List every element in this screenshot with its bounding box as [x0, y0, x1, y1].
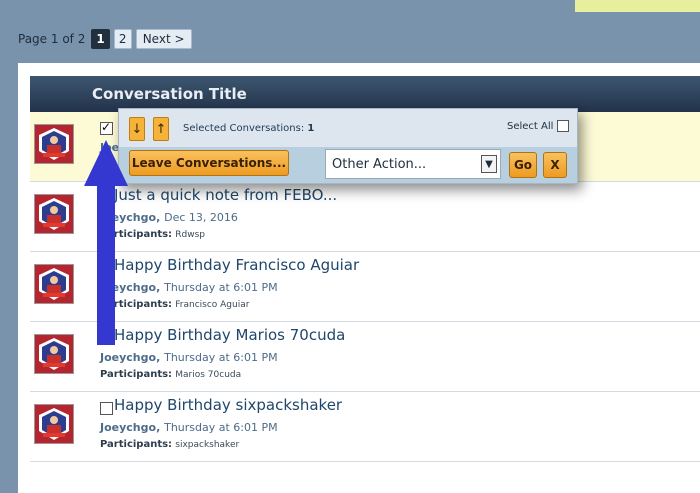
conversation-row[interactable]: Happy Birthday sixpackshaker Joeychgo, T…: [30, 392, 700, 462]
row-date: Thursday at 6:01 PM: [164, 281, 278, 294]
row-date: Thursday at 6:01 PM: [164, 421, 278, 434]
participants-names[interactable]: Marios 70cuda: [175, 370, 241, 380]
row-participants: Participants: Marios 70cuda: [100, 369, 241, 380]
other-action-select[interactable]: Other Action... ▼: [325, 149, 501, 179]
move-up-button[interactable]: ↑: [153, 117, 169, 141]
select-all[interactable]: Select All: [507, 120, 570, 132]
row-meta: Joeychgo, Thursday at 6:01 PM: [100, 351, 278, 364]
annotation-arrow-icon: [84, 140, 128, 345]
pagination: Page 1 of 2 1 2 Next >: [18, 28, 192, 50]
page-2-button[interactable]: 2: [113, 29, 132, 49]
conversation-row[interactable]: Happy Birthday Marios 70cuda Joeychgo, T…: [30, 322, 700, 392]
avatar-image: [35, 335, 73, 373]
row-meta: Joeychgo, Thursday at 6:01 PM: [100, 421, 278, 434]
leave-conversations-button[interactable]: Leave Conversations...: [129, 150, 289, 176]
participants-label: Participants:: [100, 369, 173, 380]
header-label: Conversation Title: [92, 85, 247, 103]
participants-names[interactable]: Francisco Aguiar: [175, 300, 249, 310]
participants-names[interactable]: Rdwsp: [175, 230, 205, 240]
next-page-button[interactable]: Next >: [135, 29, 192, 49]
row-author[interactable]: Joeychgo: [100, 421, 156, 434]
chevron-down-icon[interactable]: ▼: [481, 155, 497, 173]
close-popup-button[interactable]: X: [543, 152, 567, 178]
avatar-image: [35, 265, 73, 303]
other-action-value: Other Action...: [332, 156, 427, 172]
top-banner-strip: [575, 0, 700, 12]
conversation-title-link[interactable]: Just a quick note from FEBO...: [114, 186, 337, 204]
selected-conversations-count: Selected Conversations: 1: [183, 123, 314, 134]
avatar[interactable]: [34, 404, 74, 444]
avatar[interactable]: [34, 194, 74, 234]
row-date: Thursday at 6:01 PM: [164, 351, 278, 364]
select-all-label[interactable]: Select All: [507, 121, 553, 132]
conversation-title-link[interactable]: Happy Birthday Marios 70cuda: [114, 326, 345, 344]
avatar[interactable]: [34, 124, 74, 164]
select-all-checkbox[interactable]: [557, 120, 570, 132]
row-date: Dec 13, 2016: [164, 211, 238, 224]
avatar[interactable]: [34, 264, 74, 304]
page-label: Page 1 of 2: [18, 32, 86, 46]
avatar-image: [35, 195, 73, 233]
participants-names[interactable]: sixpackshaker: [175, 440, 239, 450]
avatar-image: [35, 125, 73, 163]
selected-label: Selected Conversations:: [183, 123, 305, 134]
participants-label: Participants:: [100, 439, 173, 450]
arrow-down-icon: ↓: [131, 121, 143, 137]
page-1-button[interactable]: 1: [91, 29, 110, 49]
move-down-button[interactable]: ↓: [129, 117, 145, 141]
conversation-row[interactable]: Just a quick note from FEBO... Joeychgo,…: [30, 182, 700, 252]
conversation-title-link[interactable]: Happy Birthday sixpackshaker: [114, 396, 342, 414]
row-participants: Participants: sixpackshaker: [100, 439, 239, 450]
conversation-title-header: Conversation Title: [30, 76, 700, 112]
row-checkbox[interactable]: [100, 402, 113, 415]
conversation-title-link[interactable]: Happy Birthday Francisco Aguiar: [114, 256, 359, 274]
avatar[interactable]: [34, 334, 74, 374]
row-author[interactable]: Joeychgo: [100, 351, 156, 364]
row-checkbox[interactable]: [100, 120, 113, 135]
avatar-image: [35, 405, 73, 443]
arrow-up-icon: ↑: [155, 121, 167, 137]
go-button[interactable]: Go: [509, 152, 537, 178]
selection-popup: ↓ ↑ Selected Conversations: 1 Select All…: [118, 108, 578, 184]
conversation-row[interactable]: Happy Birthday Francisco Aguiar Joeychgo…: [30, 252, 700, 322]
selected-count: 1: [307, 123, 315, 134]
